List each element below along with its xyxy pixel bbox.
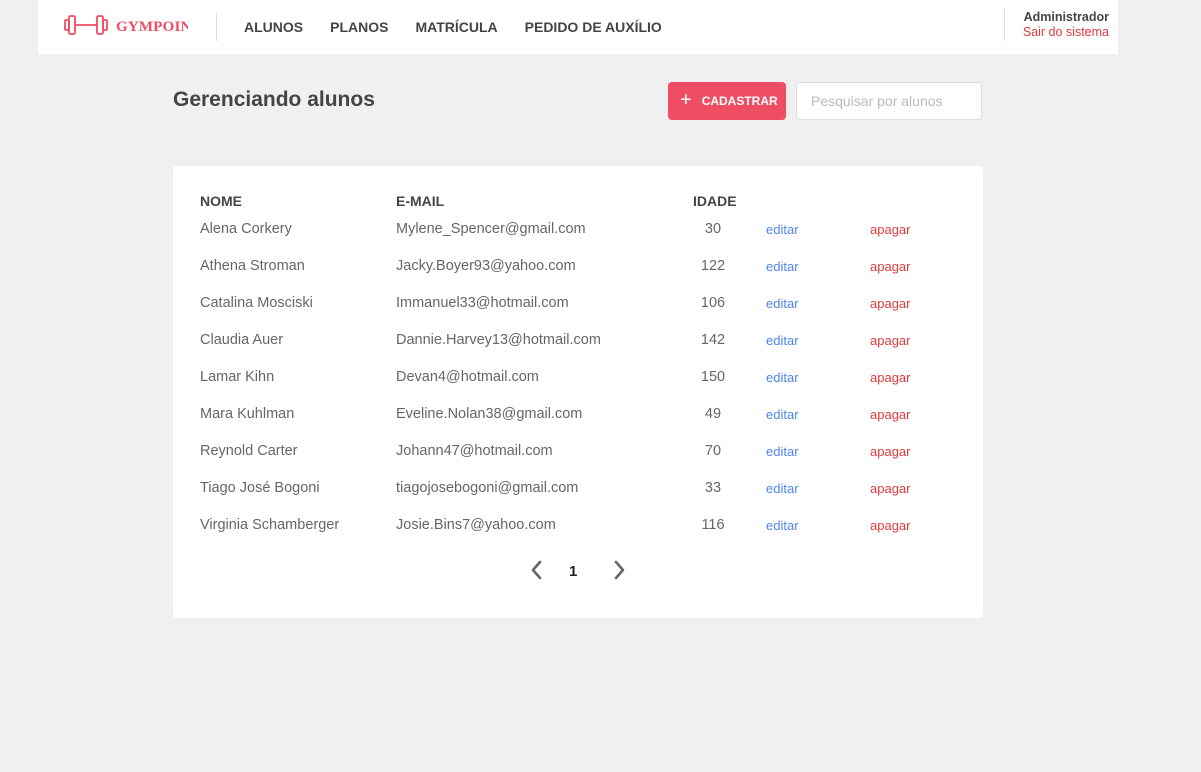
- students-table-card: NOME E-MAIL IDADE Alena Corkery Mylene_Sp…: [173, 166, 983, 618]
- edit-link[interactable]: editar: [766, 221, 799, 239]
- student-email: Mylene_Spencer@gmail.com: [396, 221, 586, 237]
- student-age: 49: [704, 406, 722, 422]
- column-header-age: IDADE: [693, 193, 737, 209]
- top-header: GYMPOINT ALUNOS PLANOS MATRÍCULA PEDIDO …: [38, 0, 1118, 54]
- column-header-email: E-MAIL: [396, 193, 445, 209]
- chevron-right-icon[interactable]: [609, 559, 629, 581]
- delete-link[interactable]: apagar: [870, 517, 910, 535]
- edit-link[interactable]: editar: [766, 480, 799, 498]
- table-row: Athena Stroman Jacky.Boyer93@yahoo.com 122…: [173, 257, 983, 294]
- edit-link[interactable]: editar: [766, 295, 799, 313]
- logout-link[interactable]: Sair do sistema: [1023, 25, 1109, 40]
- delete-link[interactable]: apagar: [870, 480, 910, 498]
- delete-link[interactable]: apagar: [870, 258, 910, 276]
- page-title: Gerenciando alunos: [173, 88, 375, 111]
- student-age: 70: [704, 443, 722, 459]
- delete-link[interactable]: apagar: [870, 332, 910, 350]
- student-email: Johann47@hotmail.com: [396, 443, 553, 459]
- chevron-left-icon[interactable]: [527, 559, 547, 581]
- student-name: Mara Kuhlman: [200, 406, 295, 422]
- delete-link[interactable]: apagar: [870, 221, 910, 239]
- table-row: Lamar Kihn Devan4@hotmail.com 150 editar apa…: [173, 368, 983, 405]
- search-input[interactable]: [796, 82, 982, 120]
- table-row: Claudia Auer Dannie.Harvey13@hotmail.com 1…: [173, 331, 983, 368]
- add-button-label: CADASTRAR: [701, 94, 778, 108]
- table-row: Alena Corkery Mylene_Spencer@gmail.com 30 e…: [173, 220, 983, 257]
- table-row: Reynold Carter Johann47@hotmail.com 70 edit…: [173, 442, 983, 479]
- edit-link[interactable]: editar: [766, 517, 799, 535]
- delete-link[interactable]: apagar: [870, 443, 910, 461]
- edit-link[interactable]: editar: [766, 369, 799, 387]
- logo-text: GYMPOINT: [116, 18, 188, 35]
- student-email: Josie.Bins7@yahoo.com: [396, 517, 556, 533]
- student-age: 106: [700, 295, 726, 311]
- main-nav: ALUNOS PLANOS MATRÍCULA PEDIDO DE AUXÍLI…: [244, 19, 689, 35]
- table-row: Catalina Mosciski Immanuel33@hotmail.com 1…: [173, 294, 983, 331]
- edit-link[interactable]: editar: [766, 406, 799, 424]
- student-name: Alena Corkery: [200, 221, 292, 237]
- student-name: Tiago José Bogoni: [200, 480, 320, 496]
- edit-link[interactable]: editar: [766, 332, 799, 350]
- student-age: 116: [701, 517, 725, 533]
- pagination: 1: [173, 559, 983, 583]
- user-info: Administrador Sair do sistema: [1003, 9, 1109, 41]
- student-age: 150: [700, 369, 726, 385]
- student-age: 30: [704, 221, 722, 237]
- student-email: Devan4@hotmail.com: [396, 369, 539, 385]
- column-header-name: NOME: [200, 193, 242, 209]
- nav-alunos[interactable]: ALUNOS: [244, 19, 303, 35]
- header-divider: [216, 13, 217, 41]
- student-name: Reynold Carter: [200, 443, 298, 459]
- student-name: Virginia Schamberger: [200, 517, 340, 533]
- student-email: tiagojosebogoni@gmail.com: [396, 480, 579, 496]
- student-age: 33: [704, 480, 722, 496]
- student-email: Jacky.Boyer93@yahoo.com: [396, 258, 576, 274]
- dumbbell-logo-icon: [64, 14, 108, 41]
- student-name: Lamar Kihn: [200, 369, 275, 385]
- student-name: Claudia Auer: [200, 332, 284, 348]
- student-age: 142: [700, 332, 726, 348]
- current-page[interactable]: 1: [569, 563, 577, 580]
- student-email: Immanuel33@hotmail.com: [396, 295, 569, 311]
- student-name: Catalina Mosciski: [200, 295, 313, 311]
- student-name: Athena Stroman: [200, 258, 305, 274]
- logo[interactable]: GYMPOINT: [38, 0, 216, 54]
- plus-icon: +: [680, 89, 692, 111]
- nav-matricula[interactable]: MATRÍCULA: [415, 19, 497, 35]
- student-age: 122: [700, 258, 726, 274]
- edit-link[interactable]: editar: [766, 443, 799, 461]
- nav-planos[interactable]: PLANOS: [330, 19, 388, 35]
- delete-link[interactable]: apagar: [870, 295, 910, 313]
- student-email: Eveline.Nolan38@gmail.com: [396, 406, 583, 422]
- student-email: Dannie.Harvey13@hotmail.com: [396, 332, 601, 348]
- nav-pedido-de-auxilio[interactable]: PEDIDO DE AUXÍLIO: [525, 19, 662, 35]
- user-name: Administrador: [1023, 10, 1109, 24]
- table-row: Mara Kuhlman Eveline.Nolan38@gmail.com 49 e…: [173, 405, 983, 442]
- table-row: Tiago José Bogoni tiagojosebogoni@gmail.c…: [173, 479, 983, 516]
- delete-link[interactable]: apagar: [870, 369, 910, 387]
- delete-link[interactable]: apagar: [870, 406, 910, 424]
- add-student-button[interactable]: + CADASTRAR: [668, 82, 786, 120]
- edit-link[interactable]: editar: [766, 258, 799, 276]
- table-row: Virginia Schamberger Josie.Bins7@yahoo.co…: [173, 516, 983, 553]
